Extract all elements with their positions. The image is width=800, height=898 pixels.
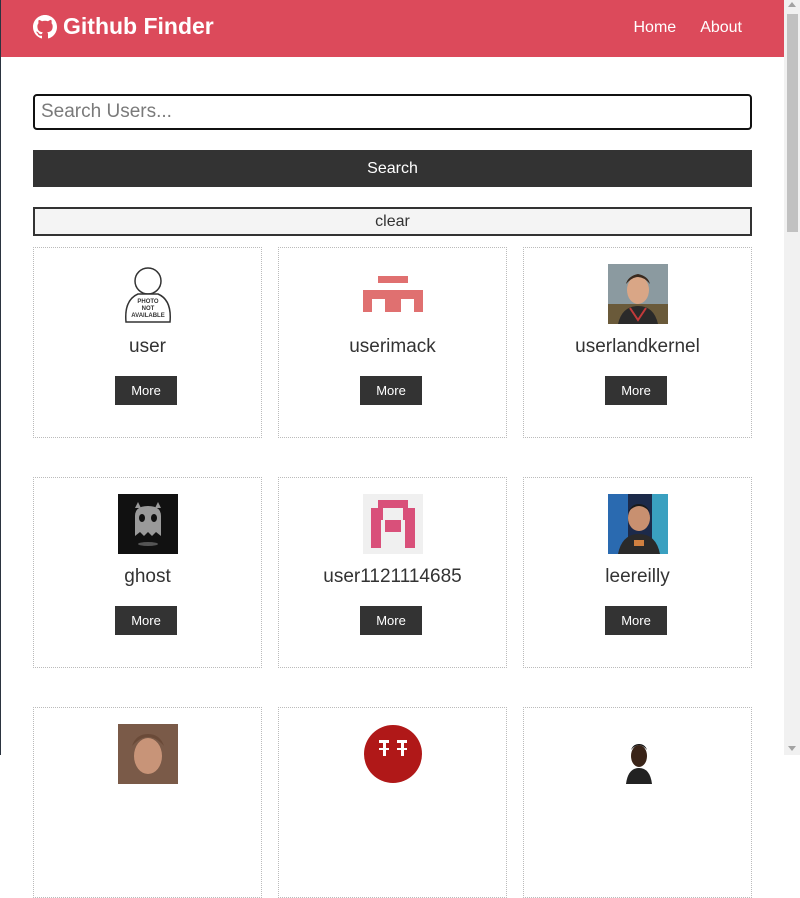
- username: leereilly: [605, 566, 670, 587]
- user-photo-avatar: [608, 724, 668, 784]
- username: userlandkernel: [575, 336, 700, 357]
- more-button[interactable]: More: [360, 376, 422, 405]
- avatar-text-available: AVAILABLE: [131, 313, 164, 319]
- user-card: user1121114685 More: [278, 477, 507, 668]
- scroll-down-icon[interactable]: [788, 746, 796, 751]
- brand[interactable]: Github Finder: [33, 13, 214, 40]
- user-photo-avatar: [118, 724, 178, 784]
- user-photo-avatar: [608, 494, 668, 554]
- scroll-up-icon[interactable]: [788, 2, 796, 7]
- user-card: leereilly More: [523, 477, 752, 668]
- nav-links: Home About: [634, 19, 743, 37]
- user-card: ghost More: [33, 477, 262, 668]
- logo-avatar: [363, 724, 423, 784]
- more-button[interactable]: More: [605, 376, 667, 405]
- username: user: [129, 336, 166, 357]
- user-card: userlandkernel More: [523, 247, 752, 438]
- user-card: PHOTO NOT AVAILABLE user More: [33, 247, 262, 438]
- avatar-text-photo: PHOTO: [137, 299, 159, 305]
- more-button[interactable]: More: [605, 606, 667, 635]
- brand-title: Github Finder: [63, 13, 214, 39]
- scrollbar-thumb[interactable]: [787, 14, 798, 232]
- github-icon: [33, 14, 57, 39]
- nav-link-about[interactable]: About: [700, 19, 742, 37]
- username: ghost: [124, 566, 171, 587]
- user-card: userimack More: [278, 247, 507, 438]
- user-photo-avatar: [608, 264, 668, 324]
- more-button[interactable]: More: [360, 606, 422, 635]
- ghost-icon: [118, 494, 178, 554]
- user-card: [523, 707, 752, 898]
- search-button[interactable]: Search: [33, 150, 752, 187]
- avatar-text-not: NOT: [142, 306, 155, 312]
- identicon-avatar: [363, 264, 423, 324]
- more-button[interactable]: More: [115, 376, 177, 405]
- photo-not-available-icon: PHOTO NOT AVAILABLE: [118, 264, 178, 324]
- navbar: Github Finder Home About: [1, 0, 784, 57]
- more-button[interactable]: More: [115, 606, 177, 635]
- nav-link-home[interactable]: Home: [634, 19, 677, 37]
- window-border: [0, 0, 1, 755]
- username: userimack: [349, 336, 436, 357]
- user-card: [33, 707, 262, 898]
- username: user1121114685: [323, 566, 462, 587]
- identicon-avatar: [363, 494, 423, 554]
- clear-button[interactable]: clear: [33, 207, 752, 236]
- user-card: [278, 707, 507, 898]
- search-input[interactable]: [33, 94, 752, 130]
